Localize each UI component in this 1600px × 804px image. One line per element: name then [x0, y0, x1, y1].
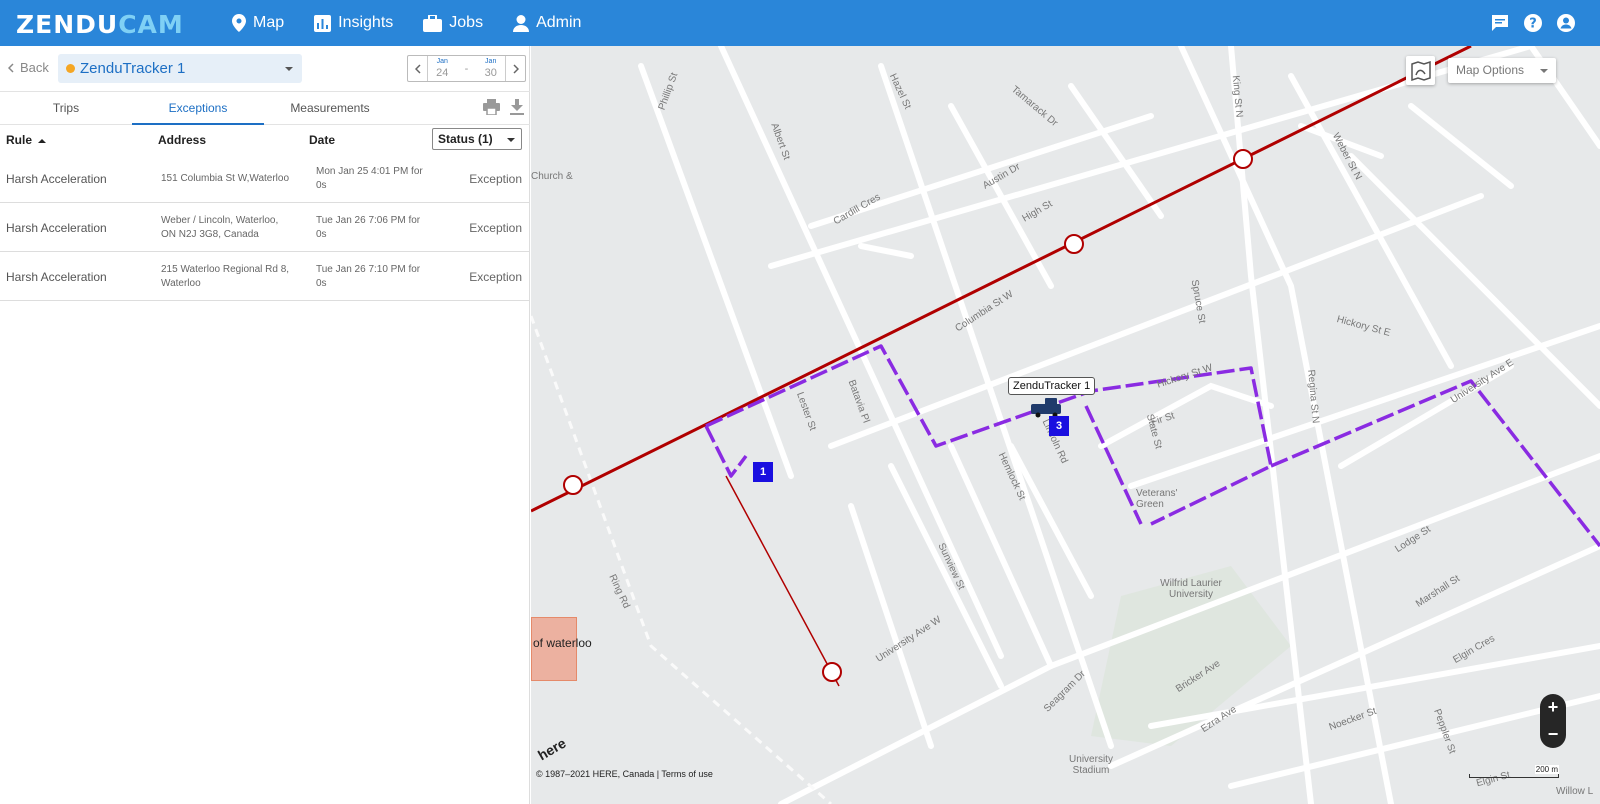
tab-tools	[473, 99, 524, 115]
place-label: Veterans' Green	[1136, 488, 1178, 510]
help-icon[interactable]: ?	[1523, 13, 1543, 33]
nav-label: Map	[253, 14, 285, 31]
table-row[interactable]: Harsh Acceleration 215 Waterloo Regional…	[0, 252, 530, 301]
chevron-left-icon	[8, 62, 14, 73]
address-cell: Weber / Lincoln, Waterloo, ON N2J 3G8, C…	[161, 215, 279, 240]
route-marker[interactable]: 3	[1049, 416, 1069, 436]
place-label: Church &	[531, 171, 573, 182]
tab-exceptions[interactable]: Exceptions	[132, 92, 264, 125]
rule-cell: Harsh Acceleration	[6, 221, 107, 235]
route-marker[interactable]: 1	[753, 462, 773, 482]
table-row[interactable]: Harsh Acceleration Weber / Lincoln, Wate…	[0, 203, 530, 252]
back-label: Back	[20, 60, 49, 75]
back-button[interactable]: Back	[8, 60, 49, 75]
main-nav: Map Insights Jobs Admin	[232, 0, 611, 46]
map-pin-icon	[232, 14, 246, 32]
top-right-icons: ?	[1477, 13, 1576, 33]
status-cell: Exception	[469, 221, 522, 235]
zoom-out-button[interactable]: −	[1540, 721, 1566, 748]
caret-down-icon	[285, 67, 293, 71]
end-date[interactable]: Jan 30	[485, 58, 497, 79]
zenducam-logo[interactable]: ZENDUCAM	[16, 10, 184, 39]
sort-ascending-icon	[38, 139, 47, 143]
map-layers-icon	[1410, 60, 1431, 81]
zoom-in-button[interactable]: +	[1540, 694, 1566, 721]
status-filter-dropdown[interactable]: Status (1)	[432, 128, 522, 150]
nav-label: Insights	[338, 14, 394, 31]
nav-label: Jobs	[449, 14, 484, 31]
nav-item-map[interactable]: Map	[232, 14, 284, 32]
street-label: Willow L	[1556, 786, 1594, 797]
rule-column-header[interactable]: Rule	[6, 133, 47, 147]
date-range-picker: Jan 24 - Jan 30	[407, 55, 526, 82]
address-column-header[interactable]: Address	[158, 133, 206, 147]
panel-tabs: Trips Exceptions Measurements	[0, 91, 530, 125]
nav-item-insights[interactable]: Insights	[314, 14, 393, 32]
rule-cell: Harsh Acceleration	[6, 172, 107, 186]
table-header: Rule Address Date Status (1)	[0, 126, 530, 154]
tab-measurements[interactable]: Measurements	[264, 92, 396, 125]
chevron-left-icon	[414, 63, 421, 74]
place-label: University Stadium	[1069, 754, 1113, 776]
date-range-values: Jan 24 - Jan 30	[428, 56, 505, 81]
user-icon	[513, 14, 530, 32]
nav-item-jobs[interactable]: Jobs	[423, 14, 483, 32]
caret-down-icon	[1540, 69, 1548, 73]
vehicle-name: ZenduTracker 1	[80, 60, 186, 77]
svg-text:?: ?	[1529, 17, 1537, 32]
date-next-button[interactable]	[505, 56, 525, 81]
address-cell: 215 Waterloo Regional Rd 8, Waterloo	[161, 264, 290, 289]
map-view[interactable]: Phillip St Albert St Hazel St Columbia S…	[531, 46, 1600, 804]
chevron-right-icon	[512, 63, 519, 74]
bar-chart-icon	[314, 14, 332, 32]
date-cell: Tue Jan 26 7:10 PM for 0s	[316, 264, 421, 289]
map-options-dropdown[interactable]: Map Options	[1448, 58, 1556, 83]
date-column-header[interactable]: Date	[309, 133, 335, 147]
chat-icon[interactable]	[1490, 13, 1510, 33]
nav-label: Admin	[536, 14, 582, 31]
address-cell: 151 Columbia St W,Waterloo	[161, 173, 290, 184]
vehicle-map-label[interactable]: ZenduTracker 1	[1008, 377, 1096, 395]
place-label: Wilfrid Laurier University	[1160, 578, 1222, 600]
date-cell: Tue Jan 26 7:06 PM for 0s	[316, 215, 421, 240]
zoom-control: + −	[1540, 694, 1566, 748]
status-cell: Exception	[469, 270, 522, 284]
vehicle-selector[interactable]: ZenduTracker 1	[58, 54, 302, 83]
geofence-label: of waterloo	[533, 636, 592, 650]
table-row[interactable]: Harsh Acceleration 151 Columbia St W,Wat…	[0, 154, 530, 203]
exceptions-panel: Back ZenduTracker 1 Jan 24 - Jan 30 Trip…	[0, 46, 530, 804]
briefcase-icon	[423, 14, 443, 32]
map-layers-button[interactable]	[1406, 56, 1435, 85]
top-nav-bar: ZENDUCAM Map Insights Jobs Admin ?	[0, 0, 1600, 46]
date-separator: -	[464, 62, 469, 75]
status-cell: Exception	[469, 172, 522, 186]
date-prev-button[interactable]	[408, 56, 428, 81]
rule-cell: Harsh Acceleration	[6, 270, 107, 284]
date-cell: Mon Jan 25 4:01 PM for 0s	[316, 166, 423, 191]
map-attribution[interactable]: © 1987–2021 HERE, Canada | Terms of use	[536, 769, 713, 779]
print-icon[interactable]	[483, 99, 500, 115]
map-scale: 200 m	[1469, 765, 1559, 778]
vehicle-status-dot	[66, 64, 75, 73]
caret-down-icon	[507, 138, 515, 142]
tab-trips[interactable]: Trips	[0, 92, 132, 125]
nav-item-admin[interactable]: Admin	[513, 14, 581, 32]
account-icon[interactable]	[1556, 13, 1576, 33]
download-icon[interactable]	[510, 99, 524, 115]
start-date[interactable]: Jan 24	[436, 58, 448, 79]
